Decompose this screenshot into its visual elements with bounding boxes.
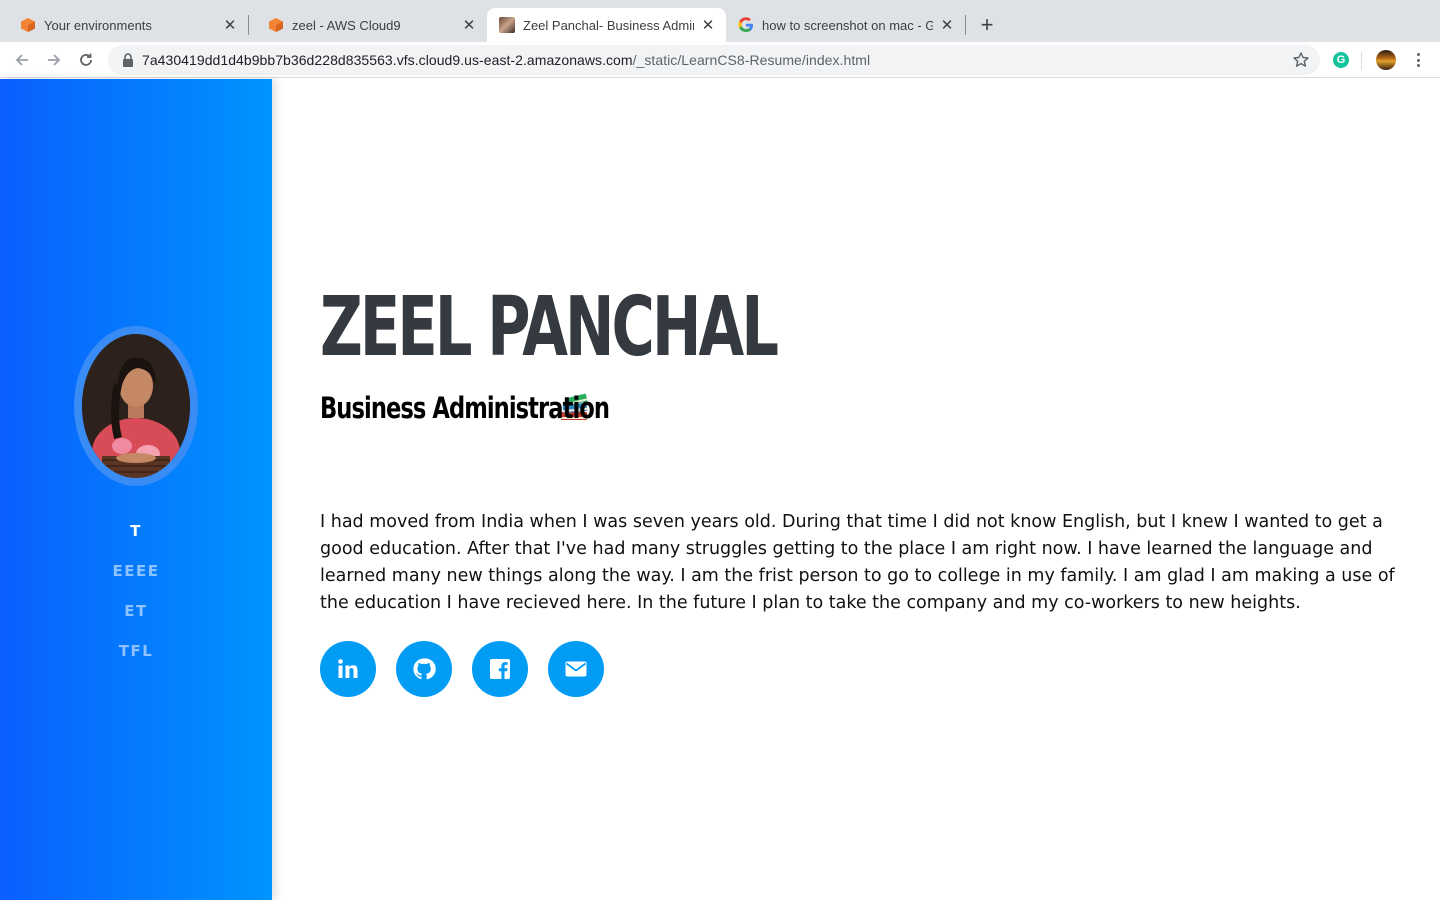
reload-button[interactable] bbox=[74, 48, 98, 72]
photo-icon bbox=[499, 17, 515, 33]
tab-title: how to screenshot on mac - Go bbox=[762, 17, 933, 33]
lock-icon bbox=[123, 53, 133, 67]
nav-item-eeee[interactable]: EEEE bbox=[0, 551, 272, 591]
linkedin-button[interactable] bbox=[320, 641, 376, 697]
tab-your-environments[interactable]: Your environments ✕ bbox=[0, 8, 248, 42]
nav-item-tfl[interactable]: TFL bbox=[0, 631, 272, 671]
aws-cube-icon bbox=[269, 18, 283, 32]
email-button[interactable] bbox=[548, 641, 604, 697]
arrow-left-icon bbox=[15, 54, 28, 66]
envelope-icon bbox=[565, 661, 587, 677]
url-path: /_static/LearnCS8-Resume/index.html bbox=[632, 52, 871, 68]
profile-photo bbox=[82, 334, 190, 478]
profile-photo-illustration bbox=[82, 334, 190, 478]
grammarly-extension-icon[interactable]: G bbox=[1333, 52, 1349, 68]
close-icon[interactable]: ✕ bbox=[939, 17, 955, 34]
browser-menu-button[interactable] bbox=[1410, 51, 1426, 69]
back-button[interactable] bbox=[10, 48, 34, 72]
close-icon[interactable]: ✕ bbox=[700, 17, 716, 34]
tab-aws-cloud9[interactable]: zeel - AWS Cloud9 ✕ bbox=[248, 8, 487, 42]
forward-button[interactable] bbox=[42, 48, 66, 72]
linkedin-icon bbox=[338, 659, 358, 678]
browser-tab-strip: Your environments ✕ zeel - AWS Cloud9 ✕ … bbox=[0, 0, 1440, 42]
browser-toolbar: 7a430419dd1d4b9bb7b36d228d835563.vfs.clo… bbox=[0, 42, 1440, 78]
url-host: 7a430419dd1d4b9bb7b36d228d835563.vfs.clo… bbox=[142, 52, 633, 68]
close-icon[interactable]: ✕ bbox=[222, 17, 238, 34]
tab-title: zeel - AWS Cloud9 bbox=[292, 17, 401, 33]
aws-cube-icon bbox=[21, 18, 35, 32]
url-text: 7a430419dd1d4b9bb7b36d228d835563.vfs.clo… bbox=[142, 52, 870, 68]
subheading: Business Administration bbox=[320, 391, 610, 425]
arrow-right-icon bbox=[48, 54, 61, 66]
nav-item-t[interactable]: T bbox=[0, 511, 272, 551]
address-bar[interactable]: 7a430419dd1d4b9bb7b36d228d835563.vfs.clo… bbox=[108, 45, 1320, 75]
toolbar-divider bbox=[1361, 52, 1362, 70]
avatar bbox=[74, 326, 198, 486]
close-icon[interactable]: ✕ bbox=[461, 17, 477, 34]
sidebar: T EEEE ET TFL bbox=[0, 79, 272, 900]
about-paragraph: I had moved from India when I was seven … bbox=[320, 512, 1395, 613]
page-title: ZEEL PANCHAL bbox=[320, 280, 779, 375]
sidebar-nav: T EEEE ET TFL bbox=[0, 511, 272, 671]
google-g-icon bbox=[738, 17, 753, 32]
star-icon[interactable] bbox=[1292, 51, 1310, 69]
github-button[interactable] bbox=[396, 641, 452, 697]
tab-title: Your environments bbox=[44, 17, 152, 33]
tab-zeel-panchal[interactable]: Zeel Panchal- Business Admini ✕ bbox=[487, 8, 726, 42]
tab-title: Zeel Panchal- Business Admini bbox=[523, 17, 694, 33]
profile-avatar[interactable] bbox=[1376, 50, 1396, 70]
social-icons bbox=[320, 641, 624, 697]
tab-google-search[interactable]: how to screenshot on mac - Go ✕ bbox=[726, 8, 965, 42]
subheading-text: Business Administration bbox=[320, 391, 610, 425]
nav-item-et[interactable]: ET bbox=[0, 591, 272, 631]
new-tab-button[interactable]: + bbox=[975, 12, 999, 37]
github-icon bbox=[413, 658, 436, 680]
tab-divider bbox=[965, 15, 966, 35]
facebook-icon bbox=[490, 659, 510, 679]
reload-icon bbox=[80, 53, 92, 66]
facebook-button[interactable] bbox=[472, 641, 528, 697]
